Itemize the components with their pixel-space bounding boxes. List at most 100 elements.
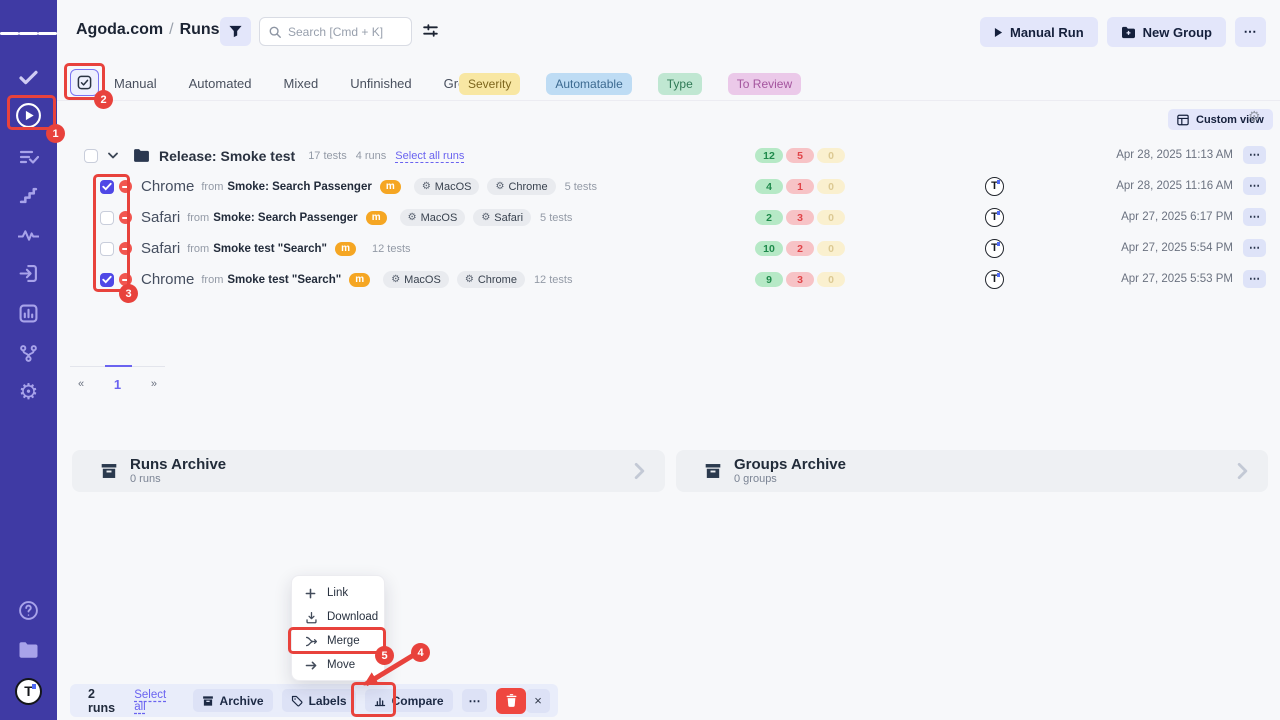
run-title[interactable]: Safari xyxy=(141,240,180,257)
menu-icon[interactable] xyxy=(0,16,57,50)
select-all-runs-link[interactable]: Select all runs xyxy=(395,150,464,162)
skipped-badge: 0 xyxy=(817,179,845,194)
run-more-button[interactable]: ⋯ xyxy=(1243,208,1266,226)
group-stats: 12 5 0 xyxy=(755,148,845,163)
run-checkbox[interactable] xyxy=(100,211,114,225)
group-title[interactable]: Release: Smoke test xyxy=(159,148,295,164)
run-title[interactable]: Chrome xyxy=(141,178,194,195)
env-badge: ⚙MacOS xyxy=(383,271,449,288)
milestone-badge: m xyxy=(335,242,356,256)
chevron-right-icon xyxy=(634,462,645,480)
tab-unfinished[interactable]: Unfinished xyxy=(350,76,411,91)
run-title[interactable]: Safari xyxy=(141,209,180,226)
menu-item-download[interactable]: Download xyxy=(292,605,384,629)
test-plans-icon[interactable] xyxy=(0,140,57,174)
search-icon xyxy=(268,25,282,39)
chip-to-review[interactable]: To Review xyxy=(728,73,801,95)
tests-check-icon[interactable] xyxy=(0,60,57,94)
new-group-button[interactable]: New Group xyxy=(1107,17,1226,47)
selection-more-button[interactable]: ⋯ xyxy=(462,689,488,712)
filter-button[interactable] xyxy=(220,17,251,46)
delete-button[interactable] xyxy=(496,688,526,714)
user-avatar[interactable]: T xyxy=(0,674,57,708)
run-checkbox[interactable] xyxy=(100,180,114,194)
tag-icon xyxy=(291,695,303,707)
milestone-badge: m xyxy=(349,273,370,287)
search-box xyxy=(259,17,412,46)
run-more-button[interactable]: ⋯ xyxy=(1243,239,1266,257)
from-label: from xyxy=(201,274,223,286)
run-row[interactable]: Safari from Smoke: Search Passenger m ⚙M… xyxy=(57,202,1280,233)
run-source: Smoke test "Search" xyxy=(227,274,341,286)
compare-button[interactable]: Compare xyxy=(365,689,453,712)
run-row[interactable]: Safari from Smoke test "Search" m 12 tes… xyxy=(57,233,1280,264)
gear-icon: ⚙ xyxy=(481,212,490,223)
run-filter-tabs: Manual Automated Mixed Unfinished Groups xyxy=(114,76,486,91)
sidebar: ⚙ T xyxy=(0,0,57,720)
runs-archive-card[interactable]: Runs Archive 0 runs xyxy=(72,450,665,492)
passed-badge: 2 xyxy=(755,210,783,225)
reports-chart-icon[interactable] xyxy=(0,296,57,330)
milestones-steps-icon[interactable] xyxy=(0,178,57,212)
tab-automated[interactable]: Automated xyxy=(189,76,252,91)
runs-play-icon[interactable] xyxy=(0,98,57,132)
projects-folder-icon[interactable] xyxy=(0,633,57,667)
run-checkbox[interactable] xyxy=(100,242,114,256)
activity-pulse-icon[interactable] xyxy=(0,218,57,252)
run-title[interactable]: Chrome xyxy=(141,271,194,288)
run-more-button[interactable]: ⋯ xyxy=(1243,177,1266,195)
sliders-icon[interactable] xyxy=(420,22,440,42)
breadcrumb-project[interactable]: Agoda.com xyxy=(76,21,163,38)
passed-badge: 12 xyxy=(755,148,783,163)
archive-button[interactable]: Archive xyxy=(193,689,273,712)
pagination: « 1 » xyxy=(70,376,165,392)
bulk-select-toggle[interactable] xyxy=(70,69,99,96)
assignee-avatar: T xyxy=(985,239,1004,258)
manual-run-button[interactable]: Manual Run xyxy=(980,17,1098,47)
settings-gear-icon[interactable]: ⚙ xyxy=(0,375,57,409)
view-settings-gear-icon[interactable]: ⚙ xyxy=(1248,108,1261,125)
menu-item-move[interactable]: Move xyxy=(292,653,384,677)
pagination-prev[interactable]: « xyxy=(70,376,92,392)
archive-subtitle: 0 runs xyxy=(130,473,226,485)
close-selection-icon[interactable]: × xyxy=(526,689,550,713)
chip-type[interactable]: Type xyxy=(658,73,702,95)
breadcrumb: Agoda.com/Runs xyxy=(76,21,220,39)
tab-manual[interactable]: Manual xyxy=(114,76,157,91)
failed-badge: 3 xyxy=(786,210,814,225)
milestone-badge: m xyxy=(380,180,401,194)
group-checkbox[interactable] xyxy=(84,149,98,163)
run-row[interactable]: Chrome from Smoke test "Search" m ⚙MacOS… xyxy=(57,264,1280,295)
groups-archive-card[interactable]: Groups Archive 0 groups xyxy=(676,450,1268,492)
chip-severity[interactable]: Severity xyxy=(459,73,520,95)
tab-mixed[interactable]: Mixed xyxy=(284,76,319,91)
group-more-button[interactable]: ⋯ xyxy=(1243,146,1266,164)
from-label: from xyxy=(187,243,209,255)
pagination-next[interactable]: » xyxy=(143,376,165,392)
merge-icon xyxy=(305,635,318,648)
chevron-down-icon[interactable] xyxy=(108,152,118,159)
integrations-branch-icon[interactable] xyxy=(0,336,57,370)
run-checkbox[interactable] xyxy=(100,273,114,287)
passed-badge: 10 xyxy=(755,241,783,256)
menu-item-merge[interactable]: Merge xyxy=(292,629,384,653)
requirements-signin-icon[interactable] xyxy=(0,256,57,290)
run-stats: 9 3 0 xyxy=(755,272,845,287)
menu-item-link[interactable]: Link xyxy=(292,581,384,605)
chip-automatable[interactable]: Automatable xyxy=(546,73,631,95)
pagination-page-1[interactable]: 1 xyxy=(114,377,121,392)
run-more-button[interactable]: ⋯ xyxy=(1243,270,1266,288)
run-source: Smoke: Search Passenger xyxy=(213,212,357,224)
header-more-button[interactable]: ⋯ xyxy=(1235,17,1266,47)
select-all-link[interactable]: Select all xyxy=(134,689,180,713)
archive-subtitle: 0 groups xyxy=(734,473,846,485)
stopped-status-icon xyxy=(119,242,132,255)
filter-chips: Severity Automatable Type To Review xyxy=(459,73,801,95)
labels-button[interactable]: Labels xyxy=(282,689,356,712)
run-row[interactable]: Chrome from Smoke: Search Passenger m ⚙M… xyxy=(57,171,1280,202)
run-date: Apr 27, 2025 5:54 PM xyxy=(1121,242,1233,254)
annotation-4: 4 xyxy=(411,643,430,662)
gear-icon: ⚙ xyxy=(495,181,504,192)
help-icon[interactable] xyxy=(0,593,57,627)
group-row[interactable]: Release: Smoke test 17 tests 4 runs Sele… xyxy=(57,140,1280,171)
